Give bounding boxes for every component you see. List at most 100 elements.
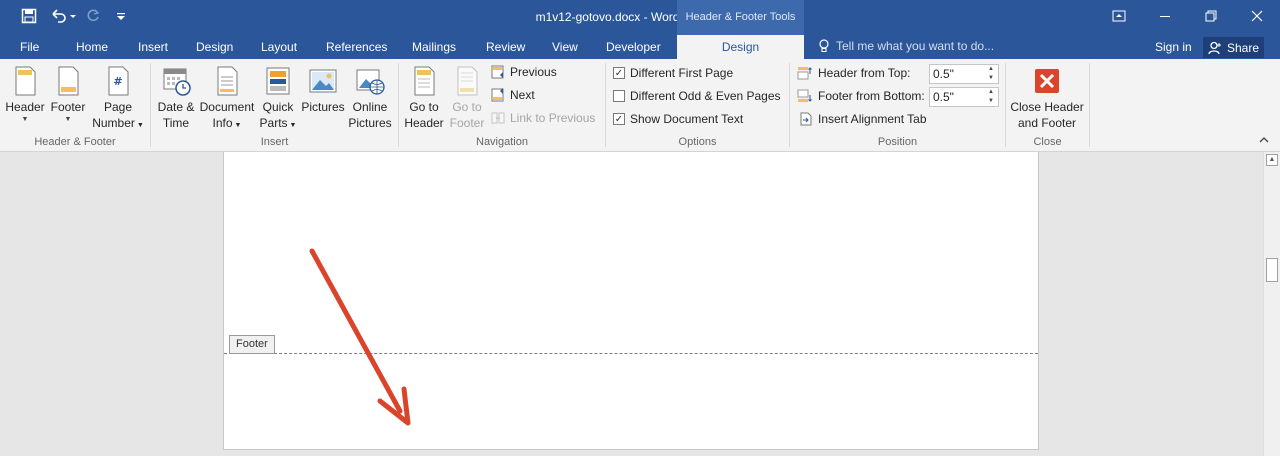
tab-mailings[interactable]: Mailings (412, 40, 456, 54)
previous-label: Previous (510, 65, 557, 79)
header-button-label: Header (5, 100, 45, 114)
link-to-previous-button[interactable]: Link to Previous (491, 111, 595, 125)
document-area: Footer (0, 152, 1263, 456)
pictures-label: Pictures (301, 100, 345, 114)
go-to-header-button[interactable]: Go to Header (403, 65, 445, 131)
header-button[interactable]: Header ▼ (4, 65, 46, 124)
tab-file[interactable]: File (20, 40, 39, 54)
group-separator (1005, 63, 1006, 147)
tab-view[interactable]: View (552, 40, 578, 54)
quick-parts-button[interactable]: Quick Parts ▼ (259, 65, 297, 134)
document-info-label-2: Info (212, 116, 233, 130)
footer-from-bottom-input[interactable]: 0.5" ▲ ▼ (929, 87, 999, 107)
ribbon-tabs: File Home Insert Design Layout Reference… (0, 35, 1280, 59)
go-to-footer-label-2: Footer (449, 116, 485, 130)
page-number-button[interactable]: # Page Number ▼ (92, 65, 144, 134)
document-title: m1v12-gotovo.docx - Word (535, 10, 680, 24)
restore-icon[interactable] (1188, 0, 1234, 32)
share-label: Share (1227, 40, 1260, 55)
alignment-tab-icon (800, 112, 812, 126)
link-to-previous-icon (491, 112, 505, 124)
insert-alignment-tab-button[interactable]: Insert Alignment Tab (799, 112, 927, 126)
spin-up-icon[interactable]: ▲ (986, 66, 996, 72)
tab-developer[interactable]: Developer (606, 40, 661, 54)
document-info-label-1: Document (199, 100, 255, 114)
group-separator (605, 63, 606, 147)
page-number-label-1: Page (103, 100, 133, 114)
header-from-top-label-wrap: Header from Top: (797, 66, 911, 80)
different-first-page-check-icon: ✓ (613, 67, 625, 79)
footer-icon (58, 66, 79, 96)
group-separator (150, 63, 151, 147)
next-label: Next (510, 88, 535, 102)
different-odd-even-checkbox[interactable]: Different Odd & Even Pages (613, 89, 781, 103)
scroll-up-icon[interactable]: ▲ (1266, 154, 1278, 166)
tab-insert[interactable]: Insert (138, 40, 168, 54)
group-label-navigation: Navigation (476, 136, 528, 148)
footer-from-bottom-label-wrap: Footer from Bottom: (797, 89, 925, 103)
close-header-footer-label-2: and Footer (1017, 116, 1077, 130)
link-to-previous-label: Link to Previous (510, 111, 596, 125)
ribbon-display-options-icon[interactable] (1096, 0, 1142, 32)
header-from-top-input[interactable]: 0.5" ▲ ▼ (929, 64, 999, 84)
header-position-icon (797, 67, 812, 80)
svg-text:#: # (113, 75, 122, 88)
date-time-label-2: Time (162, 116, 190, 130)
close-header-footer-icon (1035, 69, 1059, 93)
share-button[interactable]: Share (1203, 37, 1264, 58)
close-header-footer-label-1: Close Header (1010, 100, 1084, 114)
page-number-icon: # (108, 66, 129, 96)
spin-up-icon[interactable]: ▲ (986, 89, 996, 95)
footer-tag: Footer (229, 335, 275, 354)
footer-button[interactable]: Footer ▼ (48, 65, 88, 124)
spin-down-icon[interactable]: ▼ (986, 75, 996, 81)
group-separator (1089, 63, 1090, 147)
group-label-header-footer: Header & Footer (34, 136, 116, 148)
go-to-header-icon (414, 66, 435, 96)
minimize-icon[interactable] (1142, 0, 1188, 32)
go-to-footer-button[interactable]: Go to Footer (447, 65, 487, 131)
footer-button-label: Footer (50, 100, 86, 114)
pictures-icon (309, 69, 337, 93)
show-document-text-label: Show Document Text (630, 112, 744, 126)
spin-down-icon[interactable]: ▼ (986, 98, 996, 104)
tab-header-footer-design[interactable]: Design (677, 35, 804, 59)
online-pictures-icon (356, 69, 385, 95)
date-time-button[interactable]: Date & Time (155, 65, 197, 131)
insert-alignment-tab-label: Insert Alignment Tab (818, 112, 927, 126)
tab-review[interactable]: Review (486, 40, 525, 54)
tell-me-search[interactable]: Tell me what you want to do... (818, 39, 994, 53)
previous-section-icon (491, 65, 504, 79)
quick-parts-label-1: Quick (262, 100, 294, 114)
quick-parts-icon (266, 67, 290, 95)
tab-home[interactable]: Home (76, 40, 108, 54)
lightbulb-icon (819, 39, 829, 52)
date-time-label-1: Date & (157, 100, 195, 114)
next-section-icon (491, 88, 504, 102)
close-header-footer-button[interactable]: Close Header and Footer (1010, 65, 1084, 131)
sign-in-link[interactable]: Sign in (1155, 40, 1192, 54)
close-window-icon[interactable] (1234, 0, 1280, 32)
tab-references[interactable]: References (326, 40, 387, 54)
page-number-label-2: Number (92, 116, 135, 130)
online-pictures-label-2: Pictures (348, 116, 392, 130)
next-button[interactable]: Next (491, 88, 535, 102)
tab-layout[interactable]: Layout (261, 40, 297, 54)
different-odd-even-label: Different Odd & Even Pages (630, 89, 781, 103)
footer-position-icon (797, 89, 812, 102)
vertical-scrollbar[interactable]: ▲ (1263, 152, 1280, 456)
previous-button[interactable]: Previous (491, 65, 557, 79)
pictures-button[interactable]: Pictures (300, 65, 346, 115)
group-separator (398, 63, 399, 147)
different-odd-even-check-icon (613, 90, 625, 102)
show-document-text-check-icon: ✓ (613, 113, 625, 125)
online-pictures-button[interactable]: Online Pictures (346, 65, 394, 131)
annotation-arrow (309, 248, 411, 426)
different-first-page-checkbox[interactable]: ✓ Different First Page (613, 66, 733, 80)
go-to-footer-label-1: Go to (452, 100, 482, 114)
document-info-button[interactable]: Document Info ▼ (198, 65, 256, 134)
collapse-ribbon-icon[interactable] (1259, 135, 1269, 147)
show-document-text-checkbox[interactable]: ✓ Show Document Text (613, 112, 743, 126)
tab-design[interactable]: Design (196, 40, 233, 54)
scroll-thumb[interactable] (1266, 258, 1278, 282)
